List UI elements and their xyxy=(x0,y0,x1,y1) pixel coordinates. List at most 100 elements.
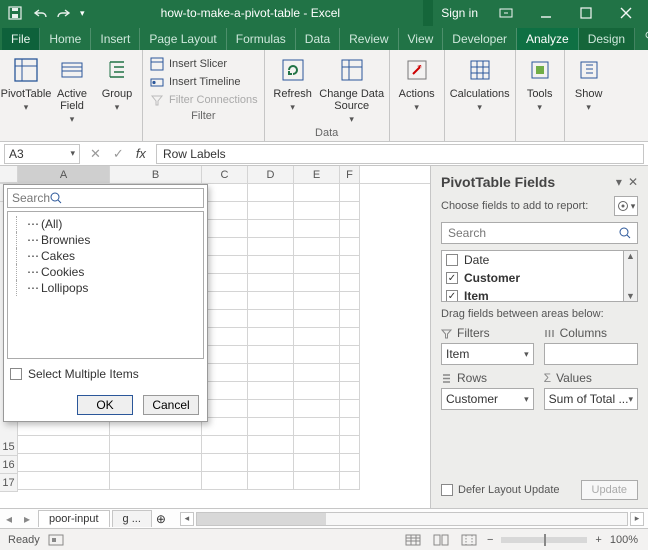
checkbox[interactable] xyxy=(446,254,458,266)
cell[interactable] xyxy=(202,184,248,202)
cell[interactable] xyxy=(294,202,340,220)
cell[interactable] xyxy=(294,292,340,310)
cell[interactable] xyxy=(248,202,294,220)
cell[interactable] xyxy=(294,220,340,238)
tell-me[interactable]: Tell me xyxy=(635,22,648,50)
cell[interactable] xyxy=(294,364,340,382)
cell[interactable] xyxy=(202,400,248,418)
cancel-button[interactable]: Cancel xyxy=(143,395,199,415)
cell[interactable] xyxy=(248,400,294,418)
page-layout-view-icon[interactable] xyxy=(431,532,451,548)
checkbox[interactable]: ✓ xyxy=(446,290,458,302)
redo-icon[interactable] xyxy=(56,6,70,20)
zoom-in-icon[interactable]: + xyxy=(595,534,601,546)
pivottable-button[interactable]: PivotTable▾ xyxy=(6,54,46,125)
sheet-tab[interactable]: g ... xyxy=(112,510,152,527)
filter-item[interactable]: ⋯ Cookies xyxy=(16,264,201,280)
cell[interactable] xyxy=(202,310,248,328)
maximize-icon[interactable] xyxy=(568,0,604,26)
cell[interactable] xyxy=(202,256,248,274)
cell[interactable] xyxy=(294,184,340,202)
panel-close-icon[interactable]: ✕ xyxy=(628,175,638,189)
cell[interactable] xyxy=(110,454,202,472)
cell[interactable] xyxy=(294,274,340,292)
cell[interactable] xyxy=(340,184,360,202)
cell[interactable] xyxy=(202,436,248,454)
normal-view-icon[interactable] xyxy=(403,532,423,548)
field-customer[interactable]: ✓Customer xyxy=(442,269,623,287)
group-button[interactable]: Group▾ xyxy=(98,54,136,125)
tab-page-layout[interactable]: Page Layout xyxy=(140,28,226,50)
cell[interactable] xyxy=(294,418,340,436)
cell[interactable] xyxy=(248,238,294,256)
column-header-D[interactable]: D xyxy=(248,166,294,183)
row-header[interactable]: 16 xyxy=(0,456,18,474)
filter-item[interactable]: ⋯ Brownies xyxy=(16,232,201,248)
name-box[interactable]: A3▾ xyxy=(4,144,80,164)
cell[interactable] xyxy=(202,472,248,490)
cell[interactable] xyxy=(18,454,110,472)
minimize-icon[interactable] xyxy=(528,0,564,26)
cell[interactable] xyxy=(340,418,360,436)
cell[interactable] xyxy=(248,436,294,454)
scroll-down-icon[interactable]: ▼ xyxy=(626,291,635,301)
cell[interactable] xyxy=(110,472,202,490)
cell[interactable] xyxy=(294,400,340,418)
cell[interactable] xyxy=(248,472,294,490)
defer-checkbox[interactable] xyxy=(441,484,453,496)
qat-customize-icon[interactable]: ▾ xyxy=(80,8,85,19)
cell[interactable] xyxy=(18,472,110,490)
new-sheet-button[interactable]: ⊕ xyxy=(152,512,170,526)
enter-formula-icon[interactable]: ✓ xyxy=(113,146,124,162)
sheet-nav-next-icon[interactable]: ▸ xyxy=(18,512,36,526)
tab-data[interactable]: Data xyxy=(296,28,340,50)
checkbox[interactable]: ✓ xyxy=(446,272,458,284)
cancel-formula-icon[interactable]: ✕ xyxy=(90,146,101,162)
field-list-scrollbar[interactable]: ▲▼ xyxy=(623,251,637,301)
tab-analyze[interactable]: Analyze xyxy=(517,28,579,50)
cell[interactable] xyxy=(248,328,294,346)
area-rows-drop[interactable]: Customer▾ xyxy=(441,388,534,410)
scroll-left-icon[interactable]: ◂ xyxy=(180,512,194,526)
insert-function-icon[interactable]: fx xyxy=(136,146,146,162)
filter-item-list[interactable]: ⋯ (All) ⋯ Brownies ⋯ Cakes ⋯ Cookies ⋯ L… xyxy=(7,211,204,359)
column-header-C[interactable]: C xyxy=(202,166,248,183)
cell[interactable] xyxy=(202,382,248,400)
page-break-view-icon[interactable] xyxy=(459,532,479,548)
cell[interactable] xyxy=(248,310,294,328)
cell[interactable] xyxy=(202,238,248,256)
tab-home[interactable]: Home xyxy=(40,28,91,50)
filter-item[interactable]: ⋯ Cakes xyxy=(16,248,201,264)
cell[interactable] xyxy=(248,256,294,274)
cell[interactable] xyxy=(202,454,248,472)
cell[interactable] xyxy=(294,238,340,256)
cell[interactable] xyxy=(202,328,248,346)
cell[interactable] xyxy=(202,292,248,310)
cell[interactable] xyxy=(202,418,248,436)
cell[interactable] xyxy=(248,454,294,472)
field-date[interactable]: Date xyxy=(442,251,623,269)
tools-button[interactable]: Tools▾ xyxy=(522,54,558,125)
column-header-F[interactable]: F xyxy=(340,166,360,183)
macro-recorder-icon[interactable] xyxy=(48,534,64,546)
filter-item[interactable]: ⋯ (All) xyxy=(16,216,201,232)
cell[interactable] xyxy=(110,436,202,454)
row-header[interactable]: 15 xyxy=(0,438,18,456)
actions-button[interactable]: Actions▾ xyxy=(396,54,438,125)
cell[interactable] xyxy=(340,202,360,220)
scroll-thumb[interactable] xyxy=(197,513,326,525)
cell[interactable] xyxy=(340,364,360,382)
cell[interactable] xyxy=(340,256,360,274)
cell[interactable] xyxy=(294,346,340,364)
tab-insert[interactable]: Insert xyxy=(91,28,140,50)
panel-dropdown-icon[interactable]: ▾ xyxy=(616,175,622,189)
cell[interactable] xyxy=(340,400,360,418)
select-multiple-checkbox[interactable] xyxy=(10,368,22,380)
cell[interactable] xyxy=(294,256,340,274)
cell[interactable] xyxy=(248,220,294,238)
active-field-button[interactable]: Active Field▾ xyxy=(52,54,92,125)
zoom-level[interactable]: 100% xyxy=(610,534,638,546)
cell[interactable] xyxy=(294,382,340,400)
area-columns-drop[interactable] xyxy=(544,343,638,365)
field-item[interactable]: ✓Item xyxy=(442,287,623,302)
